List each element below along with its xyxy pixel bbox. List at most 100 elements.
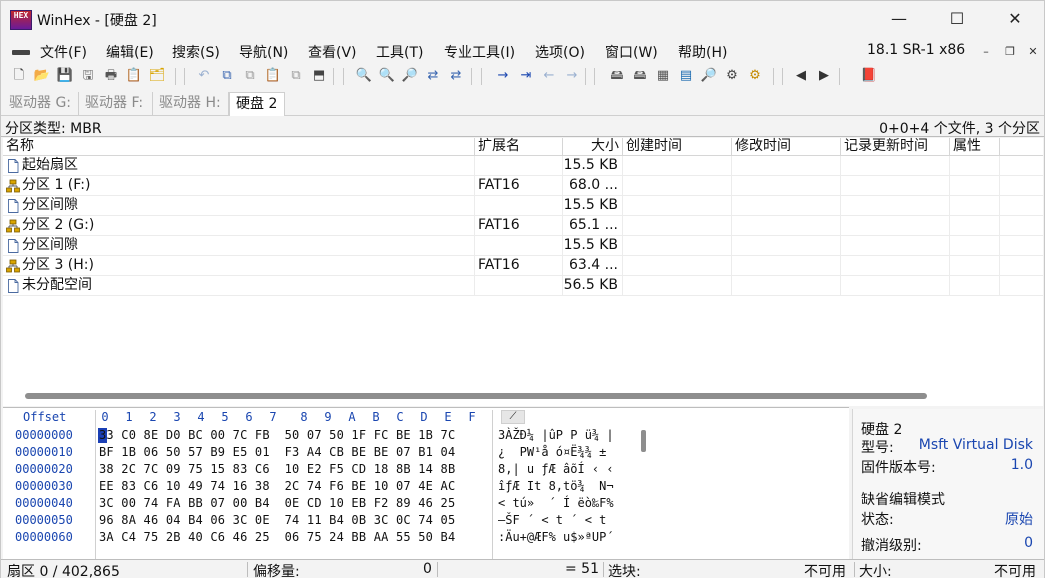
hex-ascii[interactable]: 8,| u ƒÆ âõÍ ‹ ‹ bbox=[498, 462, 614, 476]
hex-ascii[interactable]: < tú» ´ Í ëò‰F% bbox=[498, 496, 614, 510]
menu-window[interactable]: 窗口(W) bbox=[605, 42, 658, 62]
column-size[interactable]: 大小 bbox=[563, 138, 623, 156]
save-icon[interactable]: 💾 bbox=[55, 66, 75, 86]
replace-hex-icon[interactable]: ⇄ bbox=[446, 66, 466, 86]
panel-value: 原始 bbox=[1005, 512, 1033, 528]
menu-edit[interactable]: 编辑(E) bbox=[106, 42, 154, 62]
hex-bytes[interactable]: BF 1B 06 50 57 B9 E5 01 F3 A4 CB BE BE 0… bbox=[99, 445, 455, 459]
column-attributes[interactable]: 属性 bbox=[950, 138, 1000, 156]
directory-hscrollbar[interactable] bbox=[25, 393, 927, 399]
panel-value: 1.0 bbox=[1010, 457, 1033, 473]
row-name-cell[interactable]: 分区间隙 bbox=[3, 196, 475, 216]
row-name-cell[interactable]: 未分配空间 bbox=[3, 276, 475, 296]
properties-icon[interactable]: 📋 bbox=[124, 66, 144, 86]
menu-navigation[interactable]: 导航(N) bbox=[239, 42, 288, 62]
back-icon[interactable]: ← bbox=[539, 66, 559, 86]
menu-options[interactable]: 选项(O) bbox=[535, 42, 585, 62]
find-hex-icon[interactable]: 🔍 bbox=[377, 66, 397, 86]
tools-icon[interactable]: ⚙ bbox=[722, 66, 742, 86]
undo-icon[interactable]: ↶ bbox=[194, 66, 214, 86]
forward-icon[interactable]: → bbox=[562, 66, 582, 86]
hex-ascii[interactable]: ¿ PW¹å ó¤Ë¾¾ ± bbox=[498, 445, 606, 459]
doc-minimize-button[interactable]: – bbox=[976, 42, 996, 62]
copy-icon[interactable]: ⧉ bbox=[217, 66, 237, 86]
search-position-icon[interactable]: 🔎 bbox=[699, 66, 719, 86]
paste-icon[interactable]: 📋 bbox=[263, 66, 283, 86]
column-modified[interactable]: 修改时间 bbox=[732, 138, 841, 156]
hex-bytes[interactable]: 96 8A 46 04 B4 06 3C 0E 74 11 B4 0B 3C 0… bbox=[99, 513, 455, 527]
table-row[interactable]: 未分配空间 56.5 KB bbox=[3, 276, 1043, 296]
prev-window-icon[interactable]: ◀ bbox=[791, 66, 811, 86]
table-row[interactable]: 分区 2 (G:) FAT16 65.1 ... bbox=[3, 216, 1043, 236]
disk-editor-icon[interactable]: 🖴 bbox=[630, 66, 650, 86]
row-name-cell[interactable]: 分区 3 (H:) bbox=[3, 256, 475, 276]
copy-block-icon[interactable]: ⧉ bbox=[240, 66, 260, 86]
row-name-cell[interactable]: 起始扇区 bbox=[3, 156, 475, 176]
row-name-cell[interactable]: 分区间隙 bbox=[3, 236, 475, 256]
hex-ascii[interactable]: îƒÆ It 8,tö¾ N¬ bbox=[498, 479, 614, 493]
doc-close-button[interactable]: ✕ bbox=[1023, 42, 1043, 62]
column-created[interactable]: 创建时间 bbox=[623, 138, 732, 156]
settings-gear-icon[interactable]: ⚙ bbox=[745, 66, 765, 86]
panel-key: 固件版本号: bbox=[861, 460, 936, 476]
table-row[interactable]: 分区间隙 15.5 KB bbox=[3, 236, 1043, 256]
hex-vscrollbar[interactable] bbox=[641, 430, 646, 452]
table-row[interactable]: 分区 1 (F:) FAT16 68.0 ... bbox=[3, 176, 1043, 196]
close-button[interactable]: ✕ bbox=[986, 1, 1044, 37]
find-text-icon[interactable]: 🔍 bbox=[354, 66, 374, 86]
minimize-button[interactable]: — bbox=[870, 1, 928, 37]
doc-restore-button[interactable]: ❐ bbox=[1000, 42, 1020, 62]
hex-convert-icon[interactable]: ⬒ bbox=[309, 66, 329, 86]
open-folder-icon[interactable]: 📂 bbox=[32, 66, 52, 86]
maximize-button[interactable]: ☐ bbox=[928, 1, 986, 37]
row-name-cell[interactable]: 分区 1 (F:) bbox=[3, 176, 475, 196]
table-row[interactable]: 分区间隙 15.5 KB bbox=[3, 196, 1043, 216]
next-window-icon[interactable]: ▶ bbox=[814, 66, 834, 86]
status-separator bbox=[854, 562, 855, 577]
goto-offset-icon[interactable]: → bbox=[493, 66, 513, 86]
column-record-changed[interactable]: 记录更新时间 bbox=[841, 138, 950, 156]
hex-bytes[interactable]: 3A C4 75 2B 40 C6 46 25 06 75 24 BB AA 5… bbox=[99, 530, 455, 544]
menu-tools[interactable]: 工具(T) bbox=[376, 42, 423, 62]
table-row[interactable]: 分区 3 (H:) FAT16 63.4 ... bbox=[3, 256, 1043, 276]
hex-editor[interactable]: Offset 0 1 2 3 4 5 6 7 8 9 A B C D E F ⟋ 00000000 33 C0 … bbox=[3, 407, 849, 560]
row-empty-cell bbox=[732, 256, 841, 276]
partition-icon bbox=[6, 259, 20, 273]
new-file-icon[interactable]: 🗋 bbox=[9, 66, 29, 86]
tab-drive-h[interactable]: 驱动器 H: bbox=[153, 92, 229, 116]
ram-editor-icon[interactable]: ▦ bbox=[653, 66, 673, 86]
row-extension bbox=[475, 236, 563, 256]
hex-ascii[interactable]: :Äu+@ÆF% u$»ªUP´ bbox=[498, 530, 614, 544]
hex-bytes[interactable]: 33 C0 8E D0 BC 00 7C FB 50 07 50 1F FC B… bbox=[99, 428, 455, 442]
column-extension[interactable]: 扩展名 bbox=[475, 138, 563, 156]
row-name-cell[interactable]: 分区 2 (G:) bbox=[3, 216, 475, 236]
tab-drive-f[interactable]: 驱动器 F: bbox=[79, 92, 153, 116]
row-extension: FAT16 bbox=[475, 176, 563, 196]
menu-view[interactable]: 查看(V) bbox=[308, 42, 357, 62]
open-drive-icon[interactable]: 🖴 bbox=[607, 66, 627, 86]
tab-drive-g[interactable]: 驱动器 G: bbox=[3, 92, 79, 116]
hex-bytes[interactable]: 3C 00 74 FA BB 07 00 B4 0E CD 10 EB F2 8… bbox=[99, 496, 455, 510]
replace-text-icon[interactable]: ⇄ bbox=[423, 66, 443, 86]
find-hex-value-icon[interactable]: 🔎 bbox=[400, 66, 420, 86]
save-all-icon[interactable]: 🖫 bbox=[78, 66, 98, 86]
toolbar-separator bbox=[839, 68, 840, 85]
menu-grip-icon[interactable] bbox=[12, 50, 30, 55]
calculator-icon[interactable]: ▤ bbox=[676, 66, 696, 86]
menu-file[interactable]: 文件(F) bbox=[40, 42, 87, 62]
help-book-icon[interactable]: 📕 bbox=[859, 66, 879, 86]
hex-bytes[interactable]: 38 2C 7C 09 75 15 83 C6 10 E2 F5 CD 18 8… bbox=[99, 462, 455, 476]
paste-write-icon[interactable]: ⧉ bbox=[286, 66, 306, 86]
goto-sector-icon[interactable]: ⇥ bbox=[516, 66, 536, 86]
hex-bytes[interactable]: EE 83 C6 10 49 74 16 38 2C 74 F6 BE 10 0… bbox=[99, 479, 455, 493]
tab-disk-2[interactable]: 硬盘 2 bbox=[229, 92, 285, 116]
hex-ascii[interactable]: 3ÀŽĐ¼ |ûP P ü¾ | bbox=[498, 428, 614, 442]
print-icon[interactable]: 🖶 bbox=[101, 66, 121, 86]
menu-help[interactable]: 帮助(H) bbox=[678, 42, 727, 62]
menu-specialist-tools[interactable]: 专业工具(I) bbox=[444, 42, 515, 62]
column-name[interactable]: 名称 bbox=[3, 138, 475, 156]
open-disk-icon[interactable]: 🗂 bbox=[147, 66, 167, 86]
table-row[interactable]: 起始扇区 15.5 KB bbox=[3, 156, 1043, 176]
menu-search[interactable]: 搜索(S) bbox=[172, 42, 220, 62]
hex-ascii[interactable]: –ŠF ´ < t ´ < t bbox=[498, 513, 606, 527]
